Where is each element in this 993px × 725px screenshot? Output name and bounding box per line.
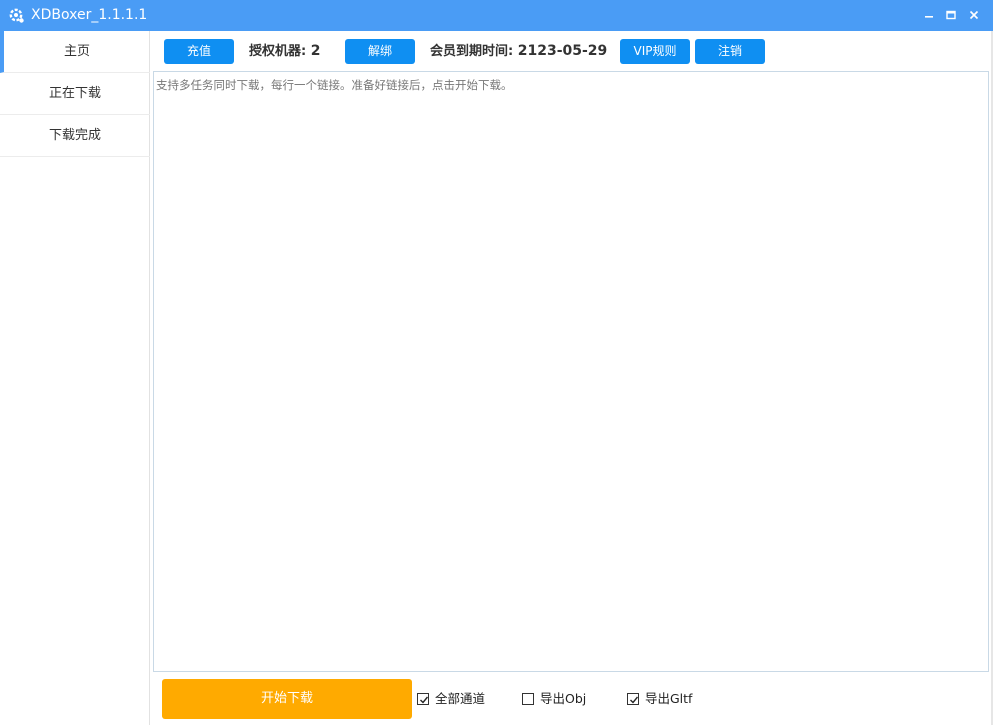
window-title: XDBoxer_1.1.1.1 — [31, 7, 148, 23]
all-channels-label: 全部通道 — [435, 691, 486, 706]
checkbox-checked-icon[interactable] — [627, 693, 639, 705]
maximize-icon[interactable] — [944, 8, 958, 22]
export-gltf-label: 导出Gltf — [645, 691, 693, 706]
authorized-devices: 授权机器: 2 — [249, 39, 320, 64]
checkbox-checked-icon[interactable] — [417, 693, 429, 705]
export-gltf-checkbox[interactable]: 导出Gltf — [627, 691, 692, 707]
title-bar: XDBoxer_1.1.1.1 — [0, 0, 993, 31]
checkbox-unchecked-icon[interactable] — [522, 693, 534, 705]
start-download-button[interactable]: 开始下载 — [162, 679, 412, 719]
sidebar-item-home[interactable]: 主页 — [0, 31, 150, 73]
expire-label: 会员到期时间: — [430, 44, 514, 59]
expire-value: 2123-05-29 — [517, 43, 608, 59]
sidebar-item-completed[interactable]: 下载完成 — [0, 115, 150, 157]
sidebar: 主页 正在下载 下载完成 — [0, 31, 150, 725]
logout-button[interactable]: 注销 — [695, 39, 765, 64]
close-icon[interactable] — [967, 8, 981, 22]
links-input[interactable] — [153, 71, 989, 672]
minimize-icon[interactable] — [922, 8, 936, 22]
gear-icon — [7, 6, 25, 24]
sidebar-item-downloading[interactable]: 正在下载 — [0, 73, 150, 115]
devices-value: 2 — [310, 43, 321, 59]
recharge-button[interactable]: 充值 — [164, 39, 234, 64]
vip-rules-button[interactable]: VIP规则 — [620, 39, 690, 64]
all-channels-checkbox[interactable]: 全部通道 — [417, 691, 485, 707]
export-obj-checkbox[interactable]: 导出Obj — [522, 691, 586, 707]
membership-expiry: 会员到期时间: 2123-05-29 — [430, 39, 607, 64]
devices-label: 授权机器: — [249, 44, 307, 59]
export-obj-label: 导出Obj — [540, 691, 587, 706]
unbind-button[interactable]: 解绑 — [345, 39, 415, 64]
